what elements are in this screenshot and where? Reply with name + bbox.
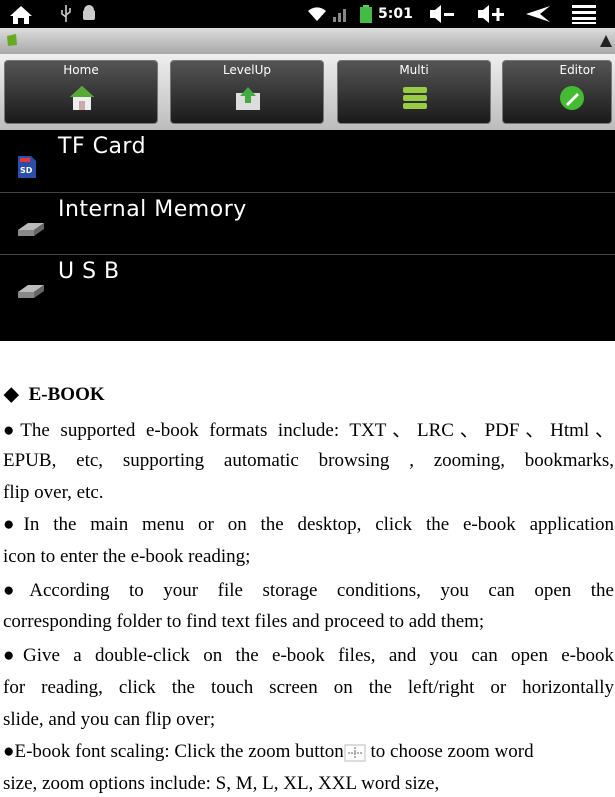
storage-label: TF Card	[58, 134, 147, 159]
body-line: icon to enter the e-book reading;	[3, 546, 251, 567]
drive-icon	[18, 223, 44, 236]
list-item[interactable]: Internal Memory	[0, 193, 615, 254]
body-line-zoom: ●E-book font scaling: Click the zoom but…	[3, 741, 614, 763]
drive-icon	[18, 285, 44, 298]
editor-button[interactable]: Editor	[502, 60, 612, 124]
heading-text: E-BOOK	[28, 384, 105, 405]
body-line: ●In the main menu or on the desktop, cli…	[3, 514, 614, 535]
zoom-button-icon	[344, 744, 366, 762]
svg-text:SD: SD	[20, 166, 33, 175]
volume-up-icon[interactable]	[476, 4, 506, 24]
body-line: ●According to your file storage conditio…	[3, 580, 614, 601]
folder-up-icon	[236, 87, 260, 110]
home-button-label: Home	[63, 63, 99, 77]
multi-button-label: Multi	[399, 63, 429, 77]
body-line: ●Give a double-click on the e-book files…	[3, 645, 614, 666]
app-icon	[7, 34, 17, 46]
section-heading: ◆ E-BOOK	[4, 383, 105, 406]
body-line: flip over, etc.	[3, 482, 104, 503]
usb-icon	[60, 4, 72, 24]
levelup-button[interactable]: LevelUp	[170, 60, 324, 124]
multi-button[interactable]: Multi	[337, 60, 491, 124]
body-line: EPUB, etc, supporting automatic browsing…	[3, 450, 614, 471]
list-item[interactable]: TF Card SD	[0, 130, 615, 191]
home-button[interactable]: Home	[4, 60, 158, 124]
back-icon[interactable]	[524, 4, 552, 24]
storage-label: U S B	[58, 259, 120, 284]
body-line: for reading, click the touch screen on t…	[3, 677, 614, 698]
body-line: slide, and you can flip over;	[3, 709, 216, 730]
menu-icon[interactable]	[571, 4, 597, 24]
app-titlebar	[0, 28, 615, 54]
sd-card-icon: SD	[18, 156, 36, 178]
file-toolbar: Home LevelUp Multi Editor	[0, 54, 615, 130]
volume-down-icon[interactable]	[428, 4, 456, 24]
status-bar: 5:01	[0, 0, 615, 28]
body-line: corresponding folder to find text files …	[3, 611, 485, 632]
collapse-arrow-icon[interactable]	[599, 34, 613, 48]
home-icon[interactable]	[8, 4, 34, 26]
body-line: size, zoom options include: S, M, L, XL,…	[3, 773, 440, 794]
wifi-icon	[306, 4, 328, 24]
zoom-text-after: to choose zoom word	[365, 741, 534, 762]
house-icon	[70, 86, 94, 110]
storage-list: TF Card SD Internal Memory U S B	[0, 130, 615, 341]
signal-icon	[332, 4, 350, 24]
editor-button-label: Editor	[559, 63, 595, 77]
zoom-text-before: ●E-book font scaling: Click the zoom but…	[3, 741, 344, 762]
levelup-button-label: LevelUp	[222, 63, 272, 77]
device-screenshot: 5:01 Home LevelUp Multi Editor TF Card S…	[0, 0, 615, 341]
clock: 5:01	[378, 6, 413, 22]
list-item[interactable]: U S B	[0, 255, 615, 316]
android-debug-icon	[80, 4, 98, 24]
battery-icon	[359, 4, 373, 24]
multi-select-icon	[403, 87, 427, 109]
heading-bullet: ◆	[4, 384, 19, 405]
editor-icon	[560, 86, 584, 110]
storage-label: Internal Memory	[58, 197, 247, 222]
body-line: ●The supported e-book formats include: T…	[3, 420, 614, 441]
